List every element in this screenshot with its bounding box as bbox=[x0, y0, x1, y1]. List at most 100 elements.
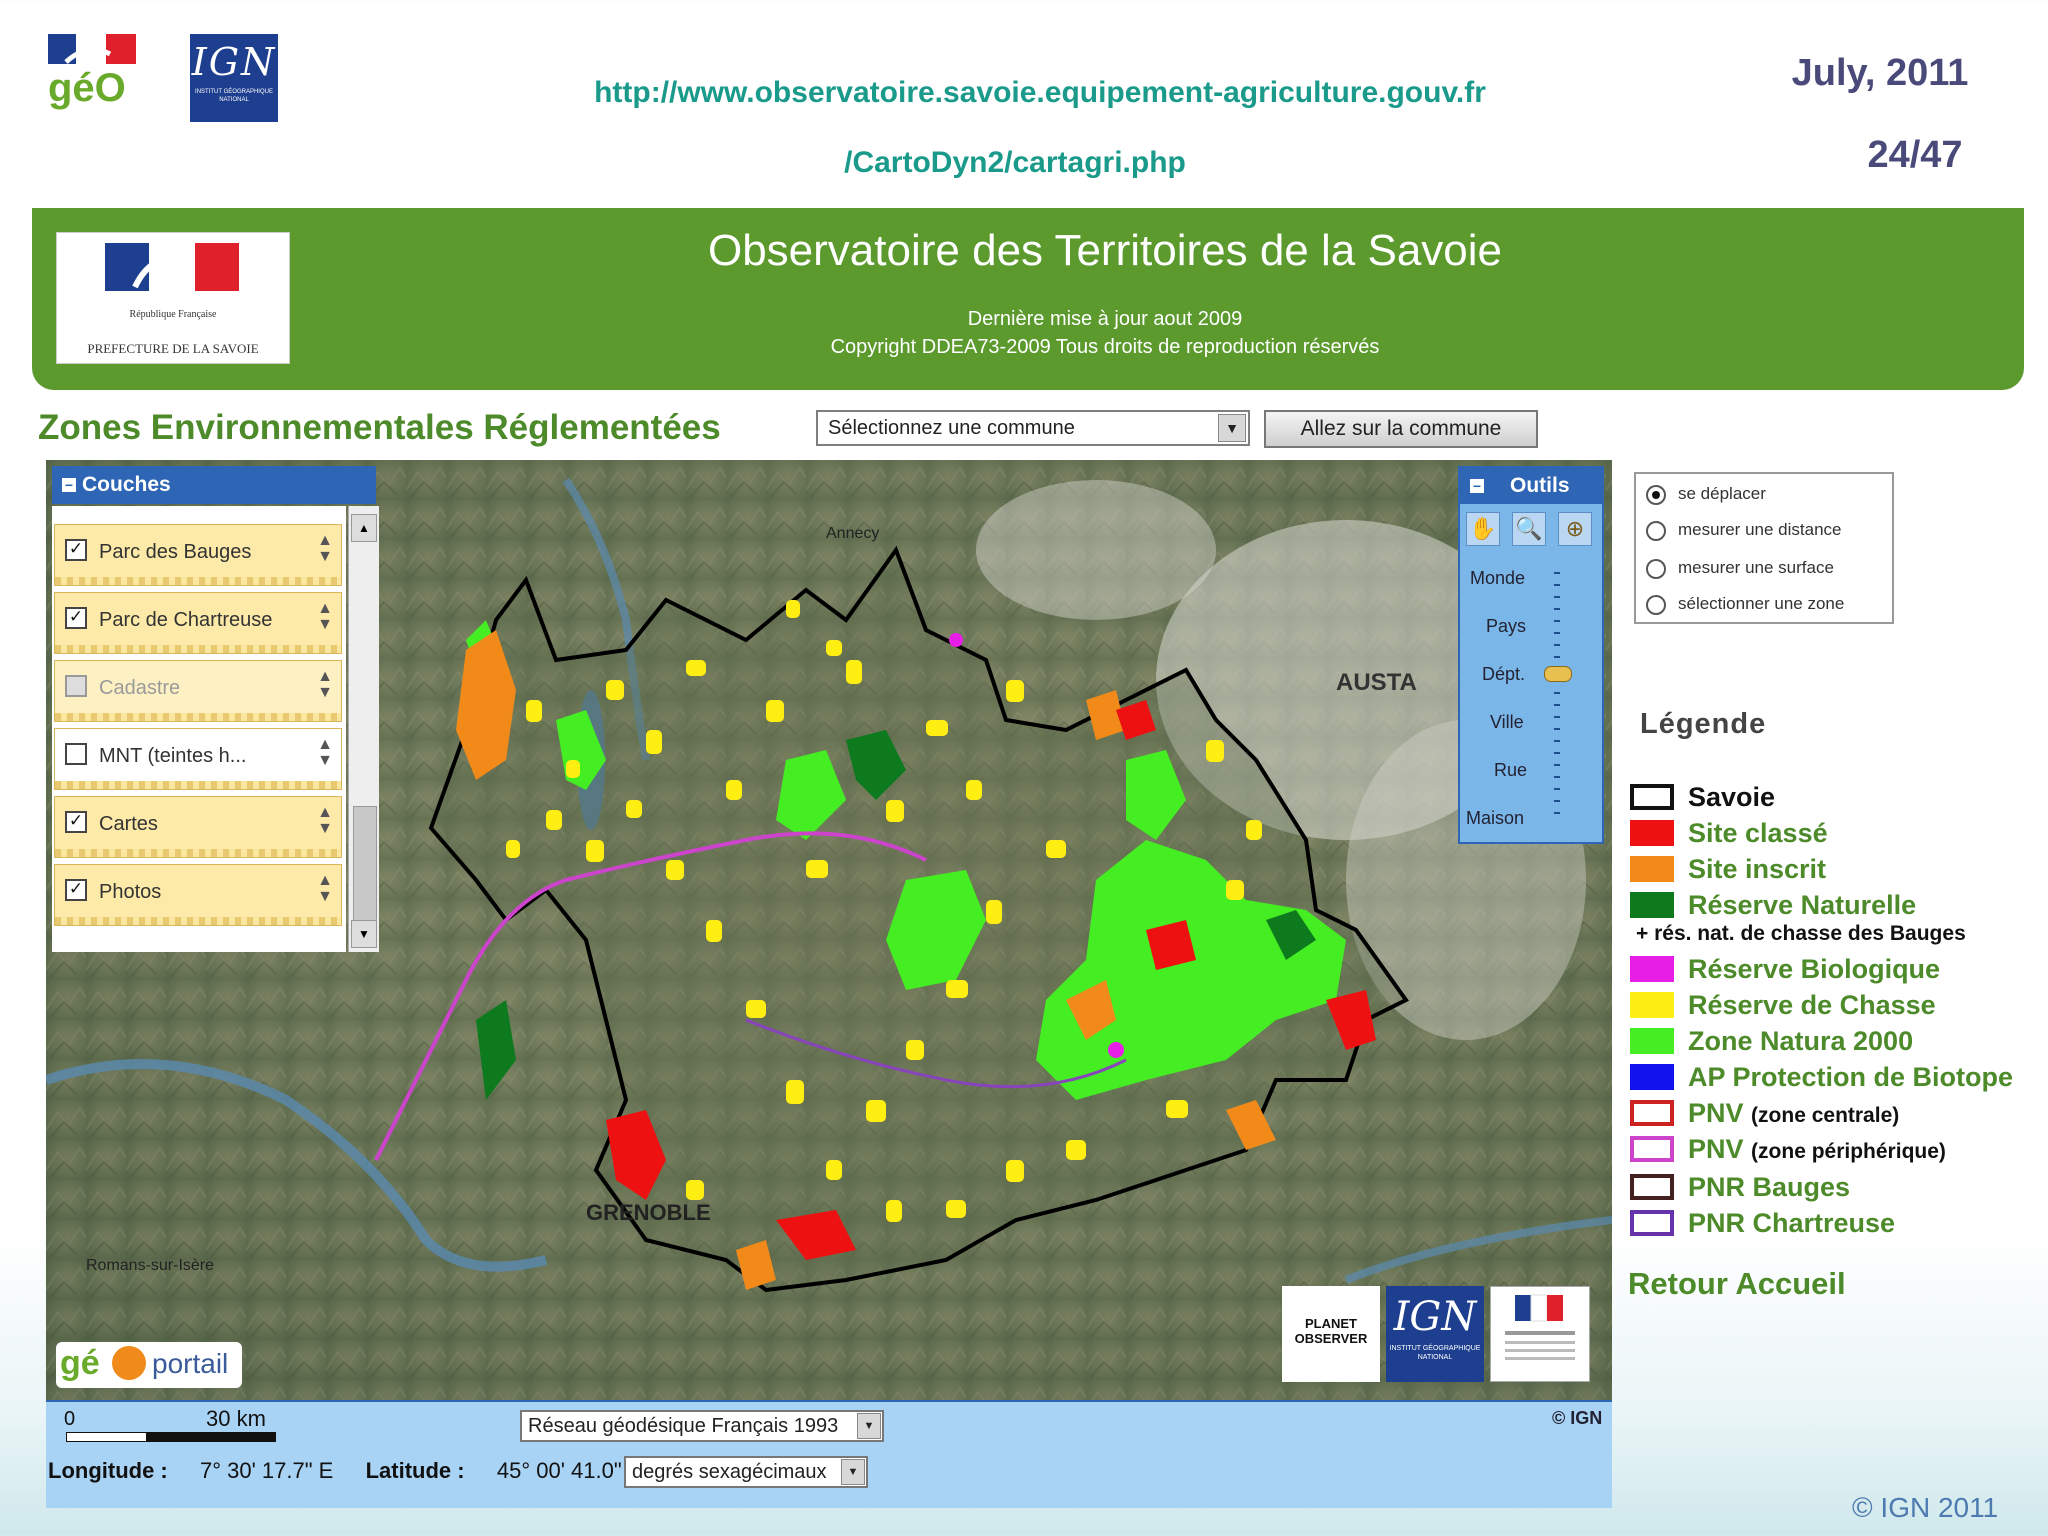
chevron-down-icon[interactable]: ▼ bbox=[857, 1413, 881, 1439]
layer-checkbox[interactable]: ✓ bbox=[65, 811, 87, 833]
hand-icon[interactable]: ✋ bbox=[1466, 512, 1500, 546]
legend-swatch bbox=[1630, 784, 1674, 810]
chevron-down-icon[interactable]: ▼ bbox=[1218, 414, 1246, 442]
radio-icon[interactable] bbox=[1646, 558, 1666, 579]
scrollbar-thumb[interactable] bbox=[353, 806, 377, 938]
layer-label: Photos bbox=[99, 881, 162, 903]
layer-item-cadastre[interactable]: Cadastre ▲ ▼ bbox=[54, 660, 342, 722]
legend-label-text: Savoie bbox=[1688, 782, 1776, 812]
zoom-level-rue[interactable]: Rue bbox=[1494, 760, 1527, 781]
layer-checkbox[interactable]: ✓ bbox=[65, 607, 87, 629]
ign-logo-subtitle: INSTITUT GÉOGRAPHIQUE NATIONAL bbox=[195, 89, 273, 103]
collapse-icon[interactable]: − bbox=[1470, 479, 1484, 494]
layer-checkbox[interactable]: ✓ bbox=[65, 879, 87, 901]
legend-label-text: PNV bbox=[1688, 1134, 1744, 1164]
radio-icon[interactable] bbox=[1646, 520, 1666, 541]
coordinate-format-select[interactable]: degrés sexagécimaux ▼ bbox=[624, 1456, 868, 1488]
layers-scrollbar[interactable]: ▲ ▼ bbox=[348, 506, 379, 952]
chevron-down-icon[interactable]: ▼ bbox=[841, 1459, 865, 1485]
legend-label-text: PNR Chartreuse bbox=[1688, 1208, 1896, 1238]
legend-label-text: AP Protection de Biotope bbox=[1688, 1062, 2014, 1092]
legend-label: Zone Natura 2000 bbox=[1688, 1026, 1913, 1057]
geo-logo: géO bbox=[48, 34, 140, 116]
legend-label-text: Réserve Naturelle bbox=[1688, 890, 1917, 920]
zoom-level-monde[interactable]: Monde bbox=[1470, 568, 1525, 589]
layers-panel-title: Couches bbox=[82, 473, 171, 496]
goto-commune-button[interactable]: Allez sur la commune bbox=[1264, 410, 1538, 448]
legend-swatch bbox=[1630, 956, 1674, 982]
zoom-in-icon[interactable]: 🔍 bbox=[1512, 512, 1546, 546]
layer-item-photos[interactable]: ✓ Photos ▲ ▼ bbox=[54, 864, 342, 926]
tools-panel-header[interactable]: − Outils bbox=[1460, 468, 1602, 504]
zoom-level-dept[interactable]: Dépt. bbox=[1482, 664, 1525, 685]
map-label-romans: Romans-sur-Isère bbox=[86, 1257, 214, 1274]
mode-mesurer-surface[interactable]: mesurer une surface bbox=[1646, 558, 1834, 579]
zoom-level-ville[interactable]: Ville bbox=[1490, 712, 1524, 733]
zoom-extent-icon[interactable]: ⊕ bbox=[1558, 512, 1592, 546]
layer-label: Cartes bbox=[99, 813, 158, 835]
radio-icon[interactable] bbox=[1646, 594, 1666, 615]
tools-panel[interactable]: − Outils ✋ 🔍 ⊕ Monde Pays Dépt. Ville Rue… bbox=[1458, 466, 1604, 844]
mode-selectionner-zone[interactable]: sélectionner une zone bbox=[1646, 594, 1844, 615]
legend-label-text: Zone Natura 2000 bbox=[1688, 1026, 1914, 1056]
scroll-up-icon[interactable]: ▲ bbox=[351, 514, 377, 542]
zoom-slider-track[interactable] bbox=[1554, 572, 1560, 822]
zoom-slider-handle[interactable] bbox=[1544, 666, 1572, 682]
legend-label-qualifier: (zone périphérique) bbox=[1751, 1140, 1946, 1163]
layer-opacity-slider[interactable] bbox=[55, 645, 341, 653]
layer-opacity-slider[interactable] bbox=[55, 849, 341, 857]
url-line-2[interactable]: /CartoDyn2/cartagri.php bbox=[460, 146, 1570, 180]
mode-label: mesurer une surface bbox=[1678, 558, 1834, 577]
geoportail-logo-text: portail bbox=[152, 1348, 229, 1379]
mode-label: sélectionner une zone bbox=[1678, 594, 1845, 613]
reorder-arrows-icon[interactable]: ▲ ▼ bbox=[317, 737, 333, 769]
geoportail-logo: gé portail bbox=[56, 1342, 242, 1388]
layer-label: MNT (teintes h... bbox=[99, 745, 247, 767]
zoom-level-maison[interactable]: Maison bbox=[1466, 808, 1524, 829]
legend-label: Réserve de Chasse bbox=[1688, 990, 1936, 1021]
commune-select[interactable]: Sélectionnez une commune ▼ bbox=[816, 410, 1250, 446]
legend-label-qualifier: (zone centrale) bbox=[1751, 1104, 1900, 1127]
scroll-down-icon[interactable]: ▼ bbox=[351, 920, 377, 948]
layers-panel-header[interactable]: − Couches bbox=[52, 466, 376, 504]
mode-mesurer-distance[interactable]: mesurer une distance bbox=[1646, 520, 1841, 541]
legend-swatch bbox=[1630, 1174, 1674, 1200]
republique-francaise-text: République Française bbox=[129, 309, 217, 320]
reorder-arrows-icon[interactable]: ▲ ▼ bbox=[317, 669, 333, 701]
geodetic-system-select[interactable]: Réseau géodésique Français 1993 ▼ bbox=[520, 1410, 884, 1442]
layer-checkbox[interactable]: ✓ bbox=[65, 539, 87, 561]
layer-opacity-slider[interactable] bbox=[55, 577, 341, 585]
reorder-arrows-icon[interactable]: ▲ ▼ bbox=[317, 533, 333, 565]
layer-opacity-slider[interactable] bbox=[55, 713, 341, 721]
reorder-arrows-icon[interactable]: ▲ ▼ bbox=[317, 601, 333, 633]
layers-panel[interactable]: − Couches ✓ Parc des Bauges ▲ ▼ ✓ Parc de … bbox=[52, 466, 379, 952]
collapse-icon[interactable]: − bbox=[62, 478, 76, 493]
ign-partner-subtitle: INSTITUT GÉOGRAPHIQUE NATIONAL bbox=[1389, 1345, 1481, 1361]
map-label-grenoble: GRENOBLE bbox=[586, 1200, 711, 1225]
mode-se-deplacer[interactable]: se déplacer bbox=[1646, 484, 1766, 505]
layer-item-mnt[interactable]: MNT (teintes h... ▲ ▼ bbox=[54, 728, 342, 790]
url-line-1[interactable]: http://www.observatoire.savoie.equipemen… bbox=[460, 76, 1620, 110]
longitude-label: Longitude : bbox=[48, 1458, 168, 1483]
layer-opacity-slider[interactable] bbox=[55, 781, 341, 789]
layer-item-parc-bauges[interactable]: ✓ Parc des Bauges ▲ ▼ bbox=[54, 524, 342, 586]
geoportail-logo-ge: gé bbox=[60, 1344, 100, 1382]
layer-item-parc-chartreuse[interactable]: ✓ Parc de Chartreuse ▲ ▼ bbox=[54, 592, 342, 654]
layer-checkbox[interactable] bbox=[65, 675, 87, 697]
layer-opacity-slider[interactable] bbox=[55, 917, 341, 925]
radio-selected-icon[interactable] bbox=[1646, 484, 1666, 505]
legend-swatch bbox=[1630, 892, 1674, 918]
layer-item-cartes[interactable]: ✓ Cartes ▲ ▼ bbox=[54, 796, 342, 858]
layer-label: Parc des Bauges bbox=[99, 541, 252, 563]
return-home-link[interactable]: Retour Accueil bbox=[1628, 1266, 1846, 1302]
layer-checkbox[interactable] bbox=[65, 743, 87, 765]
legend-label: Réserve Biologique bbox=[1688, 954, 1940, 985]
reorder-arrows-icon[interactable]: ▲ ▼ bbox=[317, 805, 333, 837]
legend-swatch bbox=[1630, 820, 1674, 846]
marianne-flag-icon bbox=[105, 243, 239, 291]
ign-copyright: © IGN bbox=[1552, 1408, 1603, 1428]
reorder-arrows-icon[interactable]: ▲ ▼ bbox=[317, 873, 333, 905]
zoom-level-pays[interactable]: Pays bbox=[1486, 616, 1526, 637]
legend-label: PNV (zone périphérique) bbox=[1688, 1134, 1946, 1165]
geoportail-o-mark bbox=[112, 1346, 146, 1380]
